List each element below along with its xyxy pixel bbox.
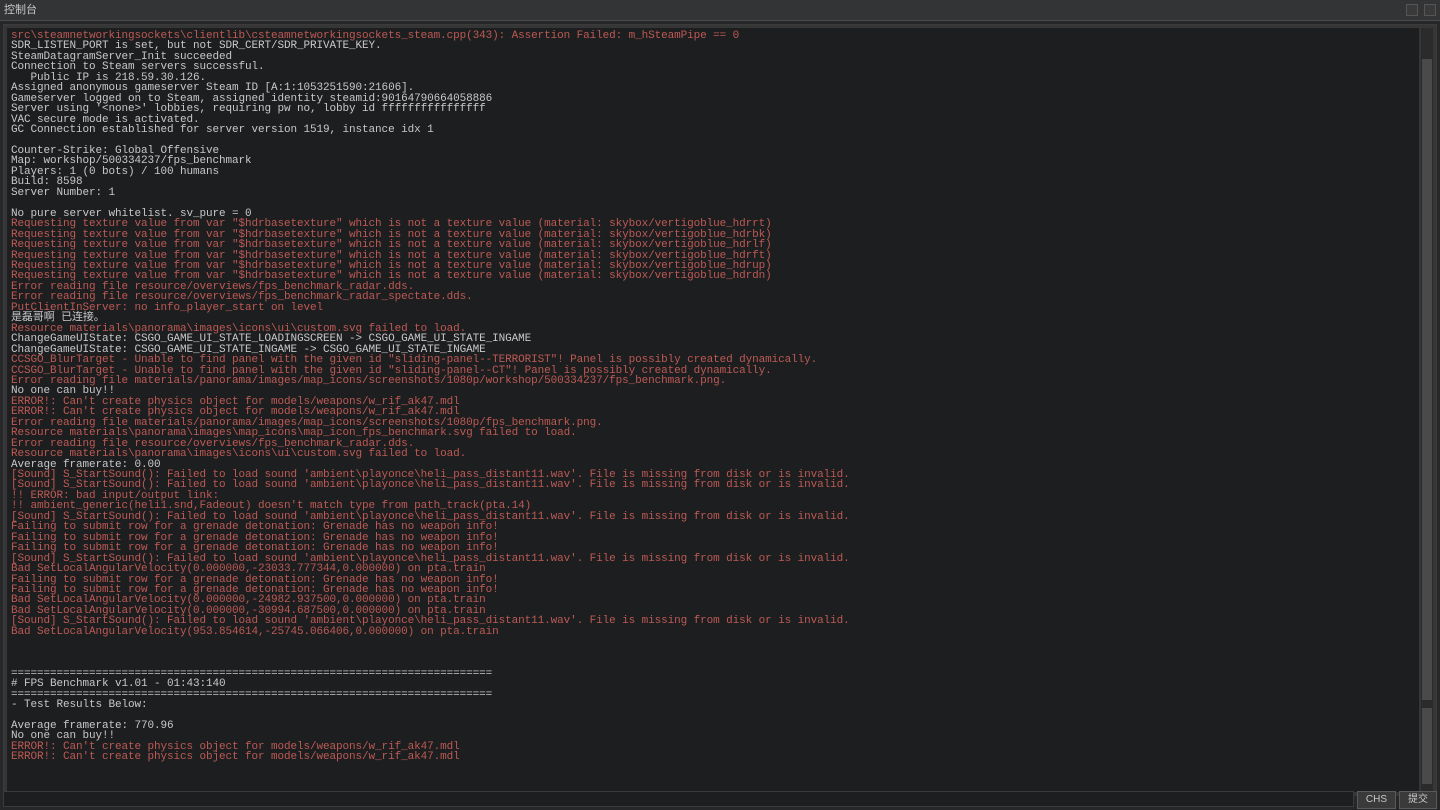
submit-button[interactable]: 提交 [1399, 791, 1437, 809]
console-line: [Sound] S_StartSound(): Failed to load s… [11, 480, 1415, 490]
console-line: ERROR!: Can't create physics object for … [11, 752, 1415, 762]
console-line: Build: 8598 [11, 177, 1415, 187]
console-body: src\steamnetworkingsockets\clientlib\cst… [3, 24, 1437, 796]
console-line: PutClientInServer: no info_player_start … [11, 303, 1415, 313]
console-line [11, 136, 1415, 146]
minimize-button[interactable] [1406, 4, 1418, 16]
console-line: Players: 1 (0 bots) / 100 humans [11, 167, 1415, 177]
console-line: Connection to Steam servers successful. [11, 62, 1415, 72]
scroll-thumb[interactable] [1422, 59, 1432, 701]
scroll-thumb[interactable] [1422, 708, 1432, 784]
console-line: Map: workshop/500334237/fps_benchmark [11, 156, 1415, 166]
console-line: Error reading file materials/panorama/im… [11, 376, 1415, 386]
console-line: - Test Results Below: [11, 700, 1415, 710]
close-button[interactable] [1424, 4, 1436, 16]
console-line: CCSGO_BlurTarget - Unable to find panel … [11, 355, 1415, 365]
scrollbar[interactable] [1421, 28, 1433, 792]
console-line [11, 710, 1415, 720]
console-line: Requesting texture value from var "$hdrb… [11, 240, 1415, 250]
console-line [11, 637, 1415, 647]
title-bar: 控制台 [0, 0, 1440, 21]
console-line: Resource materials\panorama\images\icons… [11, 449, 1415, 459]
console-line: # FPS Benchmark v1.01 - 01:43:140 [11, 679, 1415, 689]
window-controls [1406, 4, 1436, 16]
console-line: GC Connection established for server ver… [11, 125, 1415, 135]
window-title: 控制台 [4, 5, 37, 15]
console-line: Bad SetLocalAngularVelocity(953.854614,-… [11, 627, 1415, 637]
console-line: Average framerate: 770.96 [11, 721, 1415, 731]
ime-indicator[interactable]: CHS [1357, 791, 1396, 809]
console-output[interactable]: src\steamnetworkingsockets\clientlib\cst… [7, 28, 1419, 792]
console-input[interactable] [3, 791, 1354, 807]
console-line: Bad SetLocalAngularVelocity(0.000000,-23… [11, 564, 1415, 574]
console-line: Server Number: 1 [11, 188, 1415, 198]
console-line [11, 648, 1415, 658]
console-line: ========================================… [11, 690, 1415, 700]
footer: CHS 提交 [0, 791, 1440, 810]
console-line: Server using '<none>' lobbies, requiring… [11, 104, 1415, 114]
